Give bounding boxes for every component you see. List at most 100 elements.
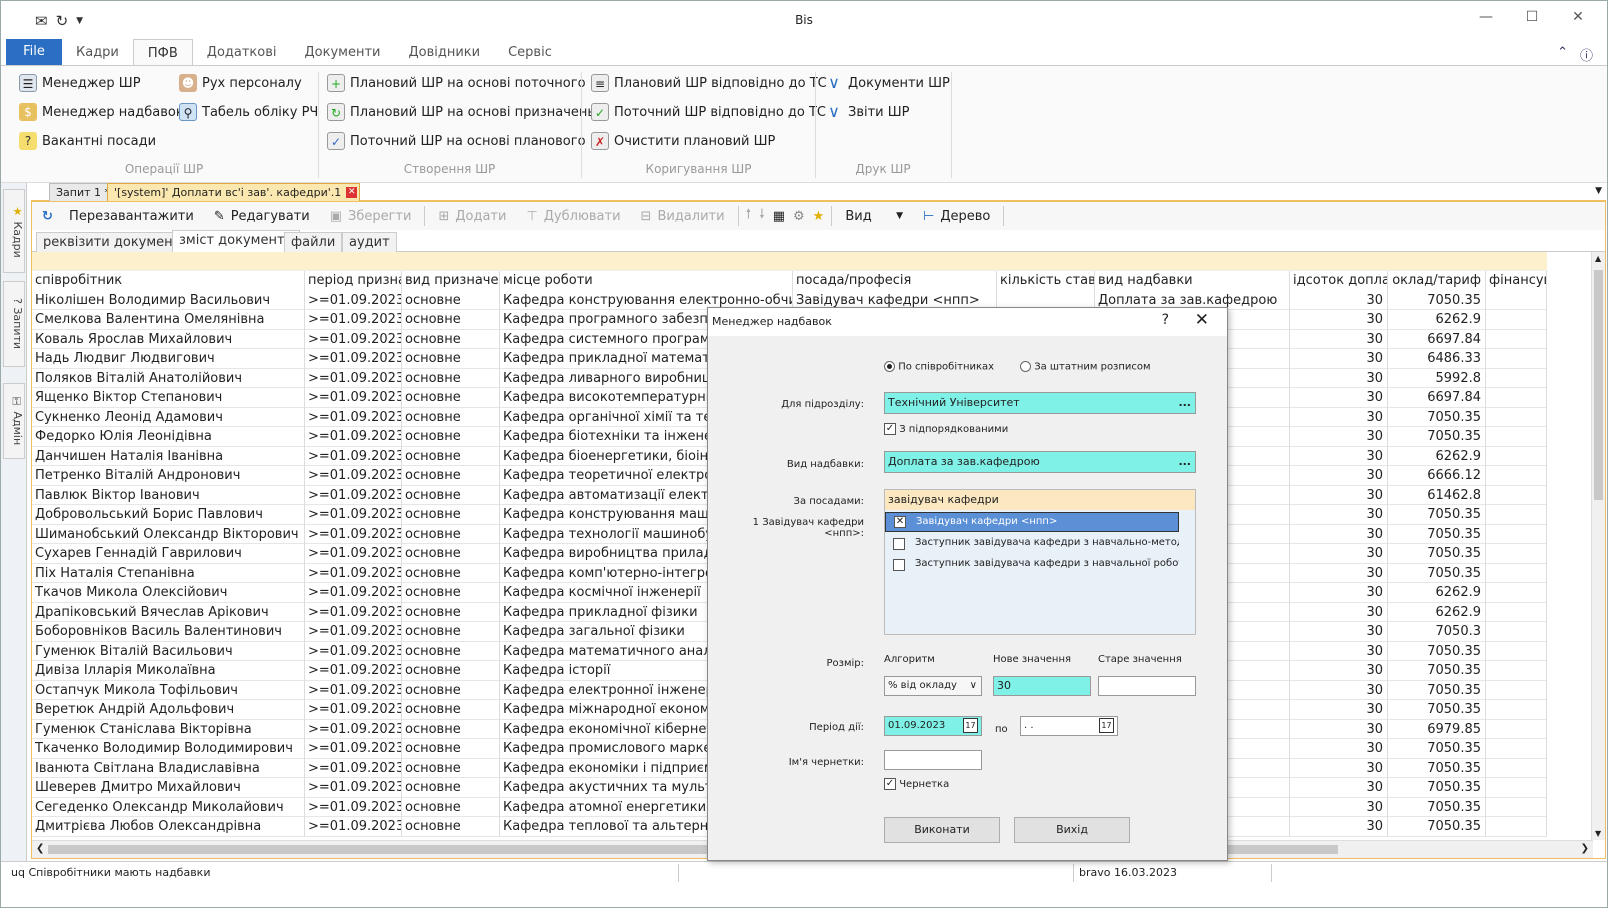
- menu-tab-servis[interactable]: Сервіс: [494, 39, 566, 65]
- scroll-up-icon[interactable]: ▲: [1595, 254, 1601, 263]
- form-button[interactable]: ▦: [769, 209, 789, 224]
- radio-by-schedule[interactable]: За штатним розписом: [1020, 361, 1151, 373]
- algorithm-select[interactable]: % від окладу ∨: [884, 676, 982, 696]
- ribbon-current-from-plan[interactable]: ✓ Поточний ШР на основі планового: [327, 132, 586, 150]
- calendar-icon[interactable]: 17: [1099, 718, 1114, 733]
- column-header[interactable]: період признач: [305, 271, 402, 291]
- tab-audit[interactable]: аудит: [342, 232, 397, 252]
- tabs-dropdown-icon[interactable]: ▼: [1595, 186, 1602, 196]
- ribbon-manager-shr[interactable]: ☰ Менеджер ШР: [19, 74, 141, 92]
- dialog-close-icon[interactable]: ✕: [1195, 310, 1209, 330]
- ellipsis-icon[interactable]: ...: [1178, 452, 1191, 472]
- ribbon-reports-shr[interactable]: ∨ Звіти ШР: [825, 103, 909, 121]
- close-tab-icon[interactable]: ✕: [346, 187, 358, 198]
- ribbon-vacant-positions[interactable]: ? Вакантні посади: [19, 132, 156, 150]
- settings-button[interactable]: ⚙: [789, 209, 809, 224]
- column-header[interactable]: фінансува: [1486, 271, 1547, 291]
- column-header[interactable]: співробітник: [32, 271, 305, 291]
- table-cell: [1486, 602, 1547, 622]
- position-item[interactable]: Заступник завідувача кафедри з навчально…: [885, 555, 1179, 575]
- draft-name-input[interactable]: [884, 750, 982, 770]
- tree-button[interactable]: ⊢ Дерево: [913, 209, 1000, 224]
- status-bar: uq Співробітники мають надбавки bravo 16…: [1, 861, 1607, 883]
- move-up-button[interactable]: 🠕: [742, 205, 756, 227]
- table-cell: 6262.9: [1388, 446, 1486, 466]
- help-icon[interactable]: ?: [1162, 312, 1169, 328]
- view-dropdown[interactable]: Вид ▼: [835, 209, 913, 224]
- new-value-input[interactable]: 30: [993, 676, 1091, 696]
- side-tab-admin[interactable]: ⚿ Адмін: [3, 383, 25, 459]
- column-header[interactable]: ідсоток доплати: [1290, 271, 1388, 291]
- add-button[interactable]: ⊞ Додати: [428, 209, 516, 224]
- ribbon-plan-from-assign[interactable]: ↻ Плановий ШР на основі призначень: [327, 103, 595, 121]
- move-down-button[interactable]: 🠗: [755, 205, 769, 227]
- save-button[interactable]: ▣ Зберегти: [320, 209, 422, 224]
- column-header[interactable]: кількість ставок: [997, 271, 1095, 291]
- menu-tab-kadry[interactable]: Кадри: [62, 39, 133, 65]
- menu-tab-dodatkovi[interactable]: Додаткові: [193, 39, 291, 65]
- add-icon: ⊞: [438, 208, 450, 224]
- ribbon-manager-bonus[interactable]: $ Менеджер надбавок: [19, 103, 184, 121]
- table-cell: Драпіковський Вячеслав Арікович: [32, 602, 305, 622]
- table-cell: основне: [402, 505, 500, 525]
- reload-button[interactable]: ↻ Перезавантажити: [32, 209, 204, 224]
- side-tab-zapyty[interactable]: ? Запити: [3, 281, 25, 367]
- ribbon-staff-movement[interactable]: ☻ Рух персоналу: [179, 74, 302, 92]
- menu-tab-dokumenty[interactable]: Документи: [291, 39, 395, 65]
- table-cell: 30: [1290, 563, 1388, 583]
- close-button[interactable]: ✕: [1555, 9, 1601, 25]
- execute-button[interactable]: Виконати: [884, 817, 1000, 843]
- delete-button[interactable]: ⊟ Видалити: [631, 209, 735, 224]
- vertical-scrollbar[interactable]: ▲ ▼: [1591, 252, 1605, 840]
- ribbon-timesheet[interactable]: ⚲ Табель обліку РЧ: [179, 103, 318, 121]
- tab-content[interactable]: зміст документа: [172, 230, 300, 253]
- ribbon-docs-shr[interactable]: ∨ Документи ШР: [825, 74, 950, 92]
- period-from-input[interactable]: 01.09.2023 17: [884, 716, 982, 736]
- table-cell: [1486, 778, 1547, 798]
- collapse-ribbon-icon[interactable]: ⌃: [1557, 45, 1568, 64]
- duplicate-button[interactable]: ⊤ Дублювати: [516, 209, 630, 224]
- table-cell: основне: [402, 719, 500, 739]
- exit-button[interactable]: Вихід: [1014, 817, 1130, 843]
- column-header[interactable]: посада/професія: [793, 271, 997, 291]
- radio-by-employees[interactable]: По співробітниках: [884, 361, 994, 373]
- edit-button[interactable]: ✎ Редагувати: [204, 209, 320, 224]
- favorite-button[interactable]: ★: [809, 209, 829, 224]
- maximize-button[interactable]: ☐: [1509, 9, 1555, 25]
- menu-file[interactable]: File: [6, 39, 62, 65]
- table-cell: 30: [1290, 583, 1388, 603]
- scroll-right-icon[interactable]: ❯: [1581, 843, 1589, 854]
- side-tab-kadry[interactable]: ★ Кадри: [3, 189, 25, 273]
- status-left: uq Співробітники мають надбавки: [11, 866, 211, 879]
- position-item[interactable]: Заступник завідувача кафедри з навчально…: [885, 534, 1179, 554]
- ribbon-current-by-ts[interactable]: ✓ Поточний ШР відповідно до ТС: [591, 103, 826, 121]
- bonus-type-field[interactable]: Доплата за зав.кафедрою...: [884, 451, 1196, 473]
- help-icon[interactable]: ⓘ: [1580, 45, 1593, 64]
- table-cell: основне: [402, 661, 500, 681]
- doc-tab-system[interactable]: '[system]' Доплати вс'і зав'. кафедри'.1…: [107, 183, 361, 201]
- minimize-button[interactable]: —: [1463, 9, 1509, 25]
- draft-checkbox[interactable]: ✓ Чернетка: [884, 778, 949, 790]
- positions-list[interactable]: завідувач кафедри ✕ Завідувач кафедри <нп…: [884, 489, 1196, 635]
- arrow-up-icon: 🠕: [745, 207, 752, 222]
- scroll-thumb[interactable]: [1594, 270, 1603, 500]
- ellipsis-icon[interactable]: ...: [1178, 393, 1191, 413]
- column-header[interactable]: вид надбавки: [1095, 271, 1290, 291]
- position-item-selected[interactable]: ✕ Завідувач кафедри <нпп>: [885, 512, 1179, 532]
- column-header[interactable]: вид призначен: [402, 271, 500, 291]
- ribbon-plan-from-current[interactable]: + Плановий ШР на основі поточного: [327, 74, 586, 92]
- scroll-left-icon[interactable]: ❮: [36, 843, 44, 854]
- ribbon-plan-by-ts[interactable]: ≡ Плановий ШР відповідно до ТС: [591, 74, 827, 92]
- scroll-down-icon[interactable]: ▼: [1595, 829, 1601, 838]
- menu-tab-pfv[interactable]: ПФВ: [132, 39, 193, 65]
- period-to-input[interactable]: . . 17: [1020, 716, 1118, 736]
- tab-files[interactable]: файли: [284, 232, 343, 252]
- subordinate-checkbox[interactable]: ✓ З підпорядкованими: [884, 423, 1008, 435]
- subdivision-field[interactable]: Технічний Університет...: [884, 392, 1196, 414]
- column-header[interactable]: місце роботи: [500, 271, 793, 291]
- calendar-icon[interactable]: 17: [963, 718, 978, 733]
- old-value-input[interactable]: [1098, 676, 1196, 696]
- ribbon-clear-plan[interactable]: ✗ Очистити плановий ШР: [591, 132, 775, 150]
- column-header[interactable]: оклад/тариф: [1388, 271, 1486, 291]
- menu-tab-dovidnyky[interactable]: Довідники: [394, 39, 494, 65]
